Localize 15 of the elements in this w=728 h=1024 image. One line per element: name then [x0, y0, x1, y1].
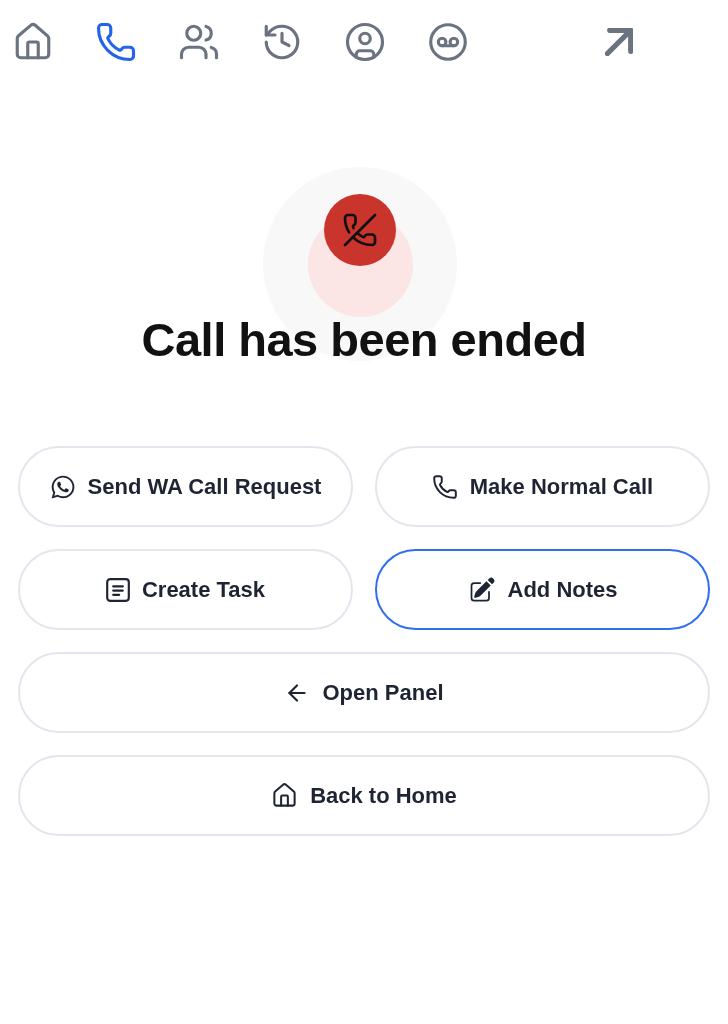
task-icon [105, 577, 130, 602]
whatsapp-icon [49, 473, 76, 500]
add-notes-button[interactable]: Add Notes [375, 549, 710, 630]
arrow-up-right-icon[interactable] [605, 28, 633, 56]
home-icon [271, 782, 299, 809]
call-ended-title: Call has been ended [140, 316, 588, 363]
home-button[interactable]: Back to Home [18, 755, 710, 836]
voicemail-icon[interactable] [427, 21, 469, 63]
create-task-button[interactable]: Create Task [18, 549, 353, 630]
open-panel-button[interactable]: Open Panel [18, 652, 710, 733]
phone-icon[interactable] [95, 21, 137, 63]
normal-call-button[interactable]: Make Normal Call [375, 446, 710, 527]
phone-icon [431, 473, 458, 500]
user-circle-icon[interactable] [344, 21, 386, 63]
whatsapp-call-button[interactable]: Send WA Call Request [18, 446, 353, 527]
